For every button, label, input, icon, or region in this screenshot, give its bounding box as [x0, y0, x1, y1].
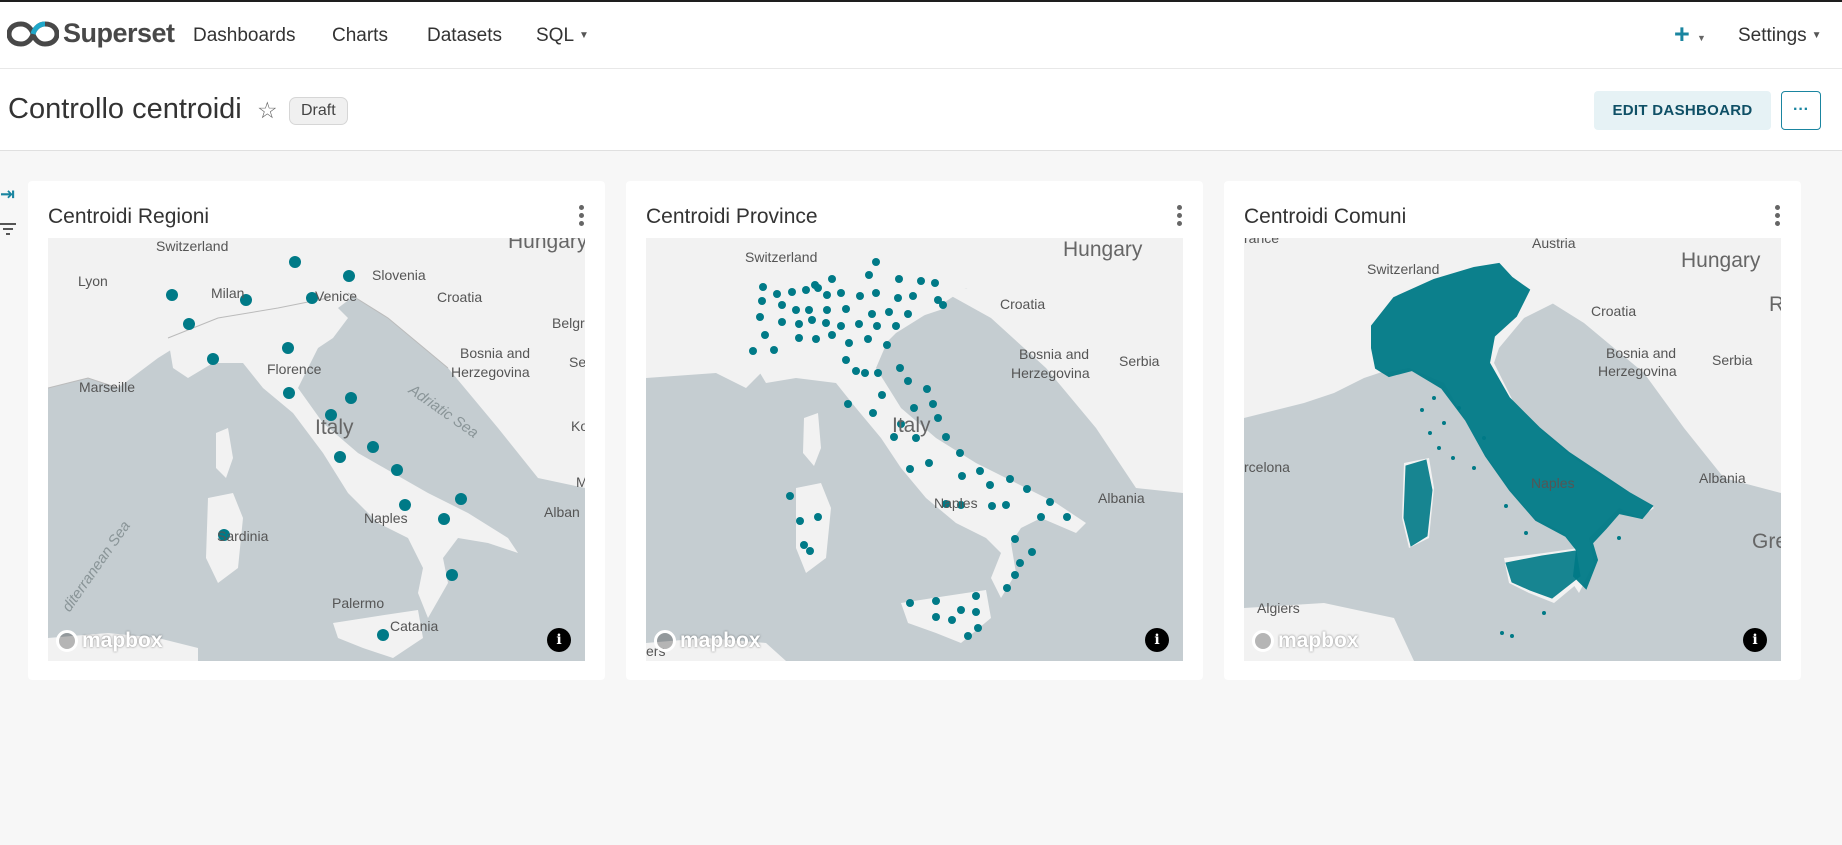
- map-label: Serbia: [1119, 353, 1160, 369]
- map-label: Hungary: [1063, 238, 1143, 261]
- chart-menu-icon[interactable]: [1775, 205, 1781, 227]
- map-label: Belgr: [552, 315, 585, 331]
- map-comuni[interactable]: rance Austria Hungary Switzerland Croati…: [1244, 238, 1781, 661]
- map-label: Hungary: [1681, 249, 1761, 272]
- map-label: Lyon: [78, 273, 108, 289]
- brand-name: Superset: [63, 18, 175, 48]
- nav-charts[interactable]: Charts: [332, 25, 388, 47]
- mapbox-logo[interactable]: mapbox: [654, 629, 761, 653]
- map-label: Croatia: [1000, 296, 1046, 312]
- map-label: Marseille: [79, 379, 136, 395]
- mapbox-icon: [56, 630, 78, 652]
- mapbox-icon: [654, 630, 676, 652]
- map-label: M: [576, 474, 585, 490]
- mapbox-attribution: mapbox: [680, 629, 761, 652]
- mapbox-attribution: mapbox: [1278, 629, 1359, 652]
- dashboard-header: Controllo centroidi ☆ Draft EDIT DASHBOA…: [0, 69, 1842, 151]
- chart-card-comuni: Centroidi Comuni rance Austria Hungary S…: [1224, 181, 1801, 680]
- mapbox-icon: [1252, 630, 1274, 652]
- settings-label: Settings: [1738, 25, 1807, 46]
- map-label: Gre: [1752, 530, 1781, 553]
- map-label: R: [1769, 293, 1781, 316]
- map-label: Switzerland: [156, 238, 229, 254]
- mapbox-logo[interactable]: mapbox: [56, 629, 163, 653]
- info-icon[interactable]: i: [547, 628, 571, 652]
- chart-card-regioni: Centroidi Regioni Switzerland Hungary Ly…: [28, 181, 605, 680]
- map-label: Austria: [1532, 238, 1576, 251]
- edit-dashboard-button[interactable]: EDIT DASHBOARD: [1594, 91, 1771, 130]
- map-label: Ko: [571, 418, 585, 434]
- map-label: Croatia: [437, 289, 483, 305]
- map-label: Alban: [544, 504, 580, 520]
- map-label: Serbia: [1712, 352, 1753, 368]
- nav-dashboards[interactable]: Dashboards: [193, 25, 295, 47]
- map-label: Florence: [267, 361, 322, 377]
- mapbox-logo[interactable]: mapbox: [1252, 629, 1359, 653]
- map-label: Albania: [1699, 470, 1746, 486]
- map-label: Sardinia: [217, 528, 269, 544]
- settings-menu[interactable]: Settings ▼: [1738, 25, 1822, 47]
- map-label: Bosnia and: [1606, 345, 1677, 361]
- superset-logo[interactable]: Superset: [7, 18, 175, 49]
- nav-sql-label: SQL: [536, 25, 575, 46]
- chart-title: Centroidi Regioni: [48, 205, 210, 228]
- filter-icon[interactable]: [0, 223, 16, 237]
- caret-down-icon: ▼: [579, 30, 589, 42]
- caret-down-icon[interactable]: ▼: [1697, 33, 1706, 43]
- map-base-layer: [1244, 238, 1781, 661]
- map-label: Italy: [892, 414, 931, 437]
- map-label: Bosnia and: [1019, 346, 1090, 362]
- chart-title: Centroidi Province: [646, 205, 818, 228]
- expand-filters-icon[interactable]: ⇥: [0, 184, 15, 205]
- map-label: Switzerland: [745, 249, 818, 265]
- map-label: Herzegovina: [1011, 365, 1090, 381]
- caret-down-icon: ▼: [1811, 30, 1822, 42]
- mapbox-attribution: mapbox: [82, 629, 163, 652]
- star-icon[interactable]: ☆: [257, 97, 278, 124]
- map-label: Bosnia and: [460, 345, 531, 361]
- map-province[interactable]: Switzerland Hungary Croatia Bosnia and H…: [646, 238, 1183, 661]
- map-label: Italy: [315, 416, 354, 439]
- map-label: Albania: [1098, 490, 1145, 506]
- chart-title: Centroidi Comuni: [1244, 205, 1407, 228]
- map-regioni[interactable]: Switzerland Hungary Lyon Milan Slovenia …: [48, 238, 585, 661]
- map-label: Se: [569, 354, 585, 370]
- map-label: rance: [1244, 238, 1280, 246]
- map-label: Algiers: [1257, 600, 1300, 616]
- nav-sql[interactable]: SQL ▼: [536, 25, 589, 47]
- status-badge[interactable]: Draft: [289, 97, 348, 125]
- map-label: Palermo: [332, 595, 385, 611]
- map-label: Herzegovina: [1598, 363, 1677, 379]
- map-label: Hungary: [508, 238, 585, 253]
- map-label: Naples: [1531, 475, 1575, 491]
- nav-datasets[interactable]: Datasets: [427, 25, 502, 47]
- chart-menu-icon[interactable]: [579, 205, 585, 227]
- chart-card-province: Centroidi Province Switzerland Hungary C…: [626, 181, 1203, 680]
- map-label: Croatia: [1591, 303, 1637, 319]
- info-icon[interactable]: i: [1743, 628, 1767, 652]
- chart-menu-icon[interactable]: [1177, 205, 1183, 227]
- map-base-layer: [646, 238, 1183, 661]
- top-navbar: Superset Dashboards Charts Datasets SQL ▼…: [0, 0, 1842, 69]
- map-label: Milan: [211, 285, 245, 301]
- superset-logo-icon: [7, 20, 59, 47]
- info-icon[interactable]: i: [1145, 628, 1169, 652]
- map-label: Catania: [390, 618, 439, 634]
- map-label: Slovenia: [372, 267, 426, 283]
- map-label: Switzerland: [1367, 261, 1440, 277]
- more-options-button[interactable]: ···: [1781, 91, 1821, 130]
- page-title[interactable]: Controllo centroidi: [8, 93, 242, 126]
- map-label: Herzegovina: [451, 364, 530, 380]
- map-label: Naples: [934, 495, 978, 511]
- plus-icon[interactable]: +: [1674, 19, 1690, 50]
- map-label: rcelona: [1244, 459, 1290, 475]
- map-label: Naples: [364, 510, 408, 526]
- map-label: Venice: [315, 288, 358, 304]
